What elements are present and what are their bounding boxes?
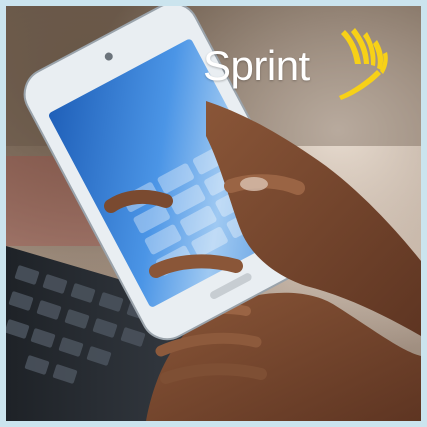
- thumbnail: [240, 177, 268, 191]
- photo: Sprint: [6, 6, 421, 421]
- image-frame: Sprint: [0, 0, 427, 427]
- sprint-wing-icon: [339, 28, 388, 100]
- sprint-logo: Sprint: [203, 24, 393, 104]
- brand-name: Sprint: [203, 42, 310, 89]
